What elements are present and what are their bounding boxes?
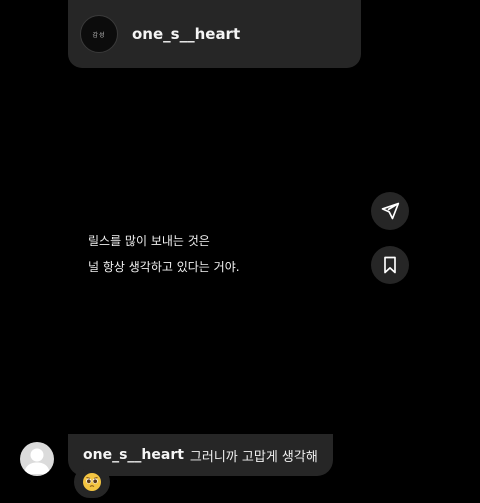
- post-header[interactable]: 감성 one_s__heart: [68, 0, 361, 68]
- message-text: 그러니까 고맙게 생각해: [189, 449, 318, 465]
- post-author-username[interactable]: one_s__heart: [132, 25, 240, 43]
- share-button[interactable]: [371, 192, 409, 230]
- sender-avatar[interactable]: [20, 442, 54, 476]
- paper-plane-icon: [381, 202, 400, 220]
- avatar-text: 감성: [92, 31, 106, 39]
- bookmark-icon: [384, 256, 396, 274]
- default-user-icon: [24, 448, 50, 474]
- pleading-face-emoji: [83, 473, 101, 491]
- save-button[interactable]: [371, 246, 409, 284]
- post-caption: 릴스를 많이 보내는 것은 널 항상 생각하고 있다는 거야.: [88, 228, 318, 280]
- message-bubble[interactable]: one_s__heart 그러니까 고맙게 생각해: [68, 434, 333, 476]
- message-username[interactable]: one_s__heart: [83, 447, 184, 463]
- caption-line: 릴스를 많이 보내는 것은: [88, 234, 210, 248]
- message-reaction[interactable]: [74, 466, 110, 498]
- post-author-avatar[interactable]: 감성: [80, 15, 118, 53]
- caption-line: 널 항상 생각하고 있다는 거야.: [88, 260, 240, 274]
